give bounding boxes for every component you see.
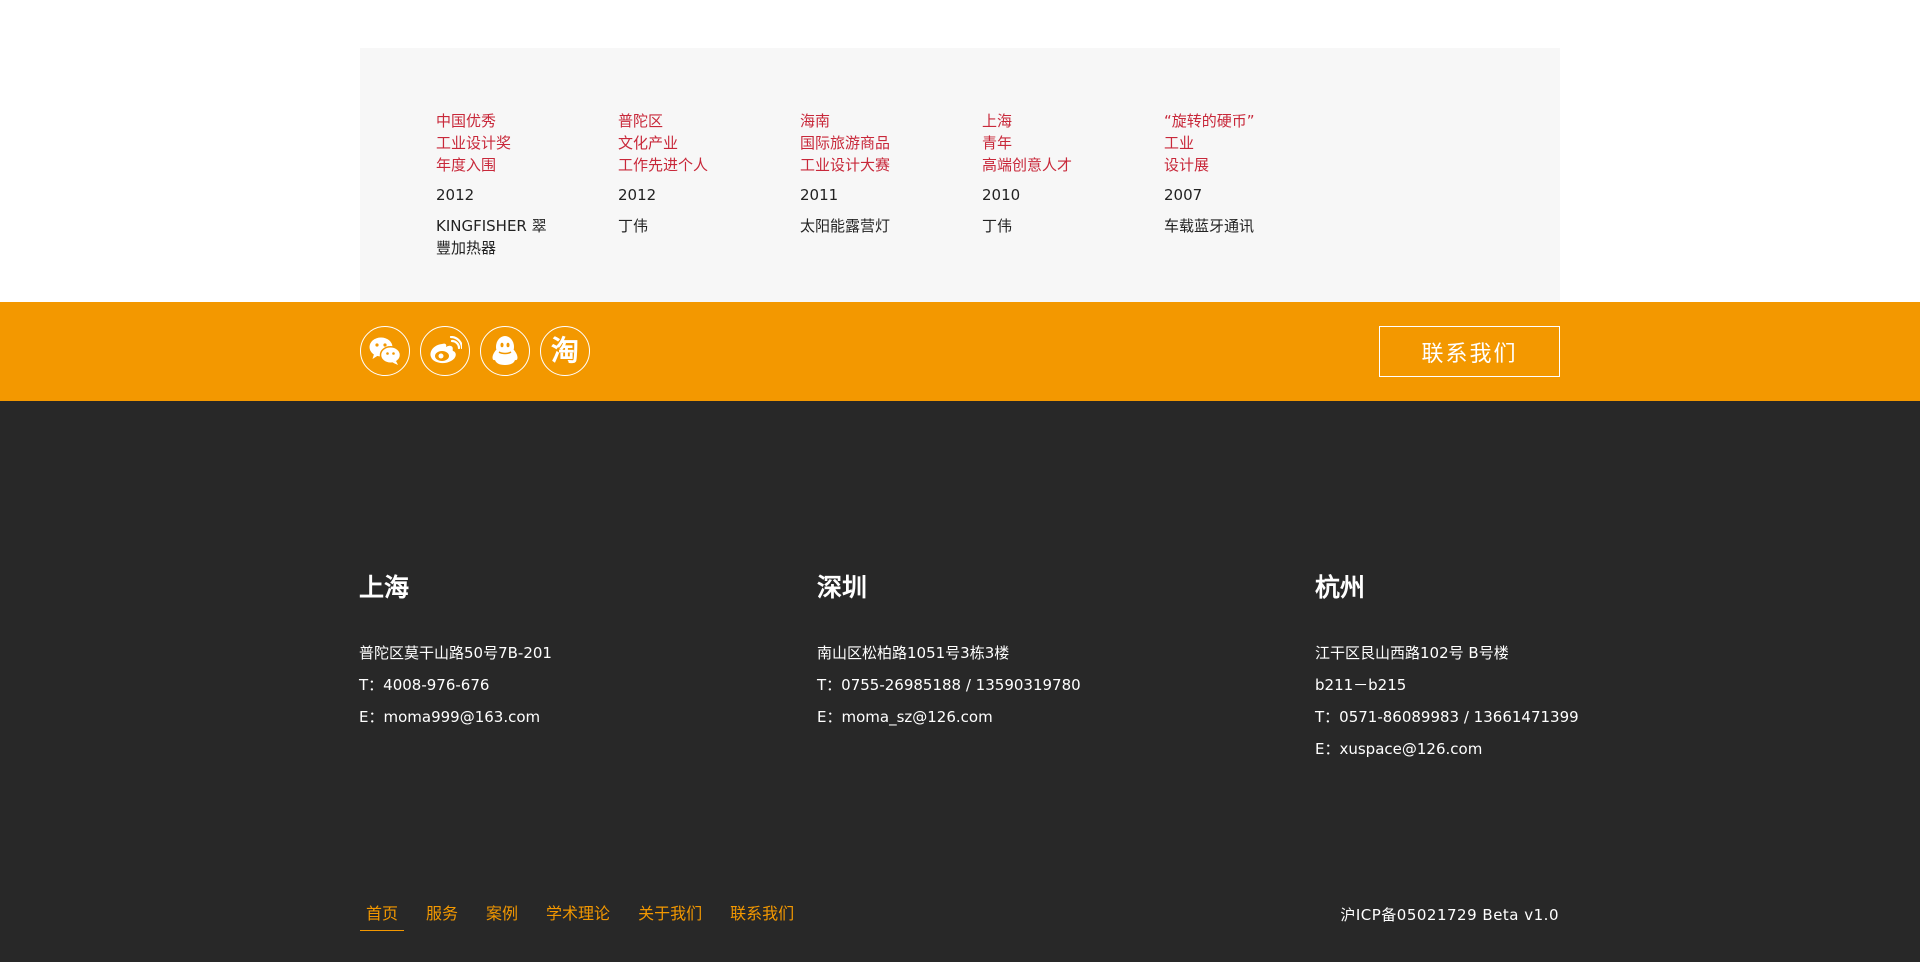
office-phone: T：4008-976-676 bbox=[359, 676, 490, 694]
office-email: E：moma_sz@126.com bbox=[817, 708, 993, 726]
award-title-line: 工业设计大赛 bbox=[800, 156, 891, 174]
award-title-line: 中国优秀 bbox=[436, 112, 497, 130]
award-title: 中国优秀 工业设计奖 年度入围 bbox=[436, 110, 606, 176]
award-title-line: 高端创意人才 bbox=[982, 156, 1073, 174]
office-address-rooms: b211－b215 bbox=[1315, 676, 1407, 694]
qq-icon[interactable] bbox=[480, 326, 530, 376]
award-work: KINGFISHER 翠豐加热器 bbox=[436, 217, 547, 257]
award-title-line: “旋转的硬币” bbox=[1164, 112, 1255, 130]
award-title-line: 工业设计奖 bbox=[436, 134, 512, 152]
award-item: 海南 国际旅游商品 工业设计大赛 2011 太阳能露营灯 bbox=[800, 110, 970, 237]
award-title-line: 青年 bbox=[982, 134, 1013, 152]
award-year: 2007 bbox=[1164, 186, 1203, 204]
award-item: 中国优秀 工业设计奖 年度入围 2012 KINGFISHER 翠豐加热器 bbox=[436, 110, 606, 259]
office-phone: T：0571-86089983 / 13661471399 bbox=[1315, 708, 1579, 726]
weibo-icon[interactable] bbox=[420, 326, 470, 376]
office-city: 杭州 bbox=[1315, 573, 1366, 602]
office-city: 深圳 bbox=[817, 573, 868, 602]
nav-cases[interactable]: 案例 bbox=[480, 899, 524, 931]
awards-panel: 中国优秀 工业设计奖 年度入围 2012 KINGFISHER 翠豐加热器 普陀… bbox=[360, 48, 1560, 302]
office-shenzhen: 深圳 南山区松柏路1051号3栋3楼 T：0755-26985188 / 135… bbox=[817, 573, 1081, 739]
award-title-line: 海南 bbox=[800, 112, 831, 130]
award-title-line: 国际旅游商品 bbox=[800, 134, 891, 152]
award-work: 太阳能露营灯 bbox=[800, 217, 891, 235]
award-title: 普陀区 文化产业 工作先进个人 bbox=[618, 110, 788, 176]
award-item: “旋转的硬币” 工业 设计展 2007 车载蓝牙通讯 bbox=[1164, 110, 1334, 237]
award-title-line: 年度入围 bbox=[436, 156, 497, 174]
office-shanghai: 上海 普陀区莫干山路50号7B-201 T：4008-976-676 E：mom… bbox=[359, 573, 552, 739]
award-title: 海南 国际旅游商品 工业设计大赛 bbox=[800, 110, 970, 176]
award-title-line: 工作先进个人 bbox=[618, 156, 709, 174]
award-title-line: 上海 bbox=[982, 112, 1013, 130]
nav-academic-theory[interactable]: 学术理论 bbox=[540, 899, 616, 931]
footer: 上海 普陀区莫干山路50号7B-201 T：4008-976-676 E：mom… bbox=[0, 401, 1920, 962]
contact-us-button[interactable]: 联系我们 bbox=[1379, 326, 1560, 377]
award-title: “旋转的硬币” 工业 设计展 bbox=[1164, 110, 1334, 176]
award-title-line: 设计展 bbox=[1164, 156, 1210, 174]
award-title-line: 普陀区 bbox=[618, 112, 664, 130]
award-work: 车载蓝牙通讯 bbox=[1164, 217, 1255, 235]
award-year: 2012 bbox=[618, 186, 657, 204]
social-bar: 淘 联系我们 bbox=[0, 302, 1920, 401]
award-item: 上海 青年 高端创意人才 2010 丁伟 bbox=[982, 110, 1152, 237]
office-email: E：xuspace@126.com bbox=[1315, 740, 1483, 758]
nav-services[interactable]: 服务 bbox=[420, 899, 464, 931]
office-email: E：moma999@163.com bbox=[359, 708, 541, 726]
office-address: 江干区艮山西路102号 B号楼 bbox=[1315, 644, 1509, 662]
award-work: 丁伟 bbox=[618, 217, 649, 235]
nav-about-us[interactable]: 关于我们 bbox=[632, 899, 708, 931]
icp-license: 沪ICP备05021729 Beta v1.0 bbox=[1340, 906, 1559, 924]
wechat-icon[interactable] bbox=[360, 326, 410, 376]
office-city: 上海 bbox=[359, 573, 410, 602]
award-work: 丁伟 bbox=[982, 217, 1013, 235]
award-year: 2010 bbox=[982, 186, 1021, 204]
office-address: 普陀区莫干山路50号7B-201 bbox=[359, 644, 552, 662]
taobao-glyph: 淘 bbox=[550, 334, 579, 367]
office-phone: T：0755-26985188 / 13590319780 bbox=[817, 676, 1081, 694]
award-title: 上海 青年 高端创意人才 bbox=[982, 110, 1152, 176]
award-year: 2012 bbox=[436, 186, 475, 204]
office-hangzhou: 杭州 江干区艮山西路102号 B号楼 b211－b215 T：0571-8608… bbox=[1315, 573, 1579, 771]
award-title-line: 工业 bbox=[1164, 134, 1195, 152]
award-year: 2011 bbox=[800, 186, 839, 204]
award-item: 普陀区 文化产业 工作先进个人 2012 丁伟 bbox=[618, 110, 788, 237]
nav-contact-us[interactable]: 联系我们 bbox=[724, 899, 800, 931]
office-address: 南山区松柏路1051号3栋3楼 bbox=[817, 644, 1010, 662]
taobao-icon[interactable]: 淘 bbox=[540, 326, 590, 376]
award-title-line: 文化产业 bbox=[618, 134, 679, 152]
nav-home[interactable]: 首页 bbox=[360, 899, 405, 931]
footer-nav: 首页 服务 案例 学术理论 关于我们 联系我们 bbox=[360, 899, 816, 931]
